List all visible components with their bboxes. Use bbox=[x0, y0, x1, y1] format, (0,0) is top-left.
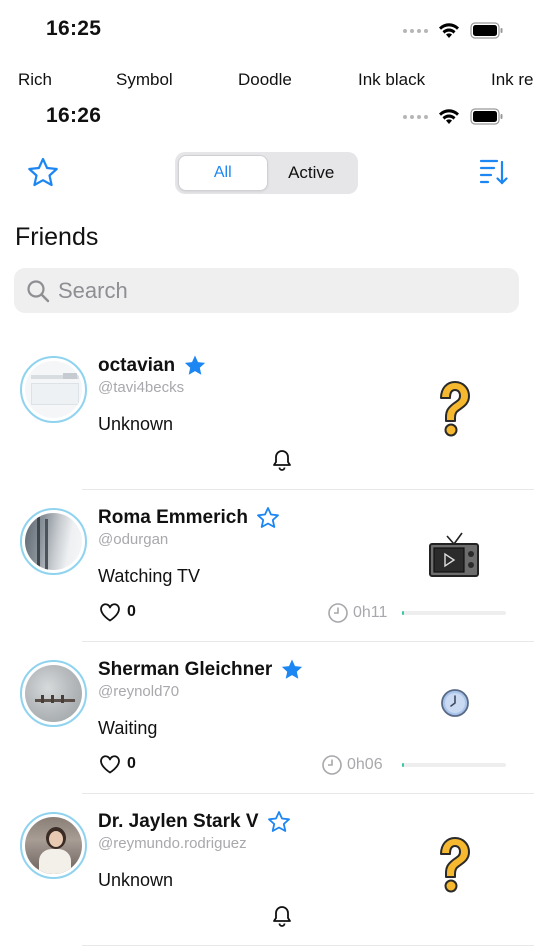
avatar-image bbox=[25, 665, 82, 722]
status-icons bbox=[403, 108, 504, 125]
name-line: Roma Emmerich bbox=[98, 506, 280, 530]
progress-fill bbox=[402, 611, 405, 615]
name-line: Sherman Gleichner bbox=[98, 658, 304, 682]
likes-count: 0 bbox=[127, 603, 136, 620]
bell-icon[interactable] bbox=[270, 904, 294, 928]
status-icons bbox=[403, 22, 504, 39]
question-mark-icon bbox=[440, 837, 470, 893]
search-bar bbox=[14, 268, 519, 313]
friend-row[interactable]: Sherman Gleichner @reynold70 Waiting 0 0… bbox=[0, 642, 534, 794]
activity-label: Unknown bbox=[98, 414, 174, 434]
battery-icon bbox=[470, 22, 503, 39]
friend-row[interactable]: octavian @tavi4becks Unknown bbox=[0, 338, 534, 490]
clock-outline-icon bbox=[322, 755, 342, 775]
avatar-image bbox=[25, 513, 82, 570]
likes[interactable]: 0 bbox=[99, 754, 136, 774]
signal-icon bbox=[403, 114, 428, 119]
heart-icon[interactable] bbox=[99, 602, 121, 622]
timer-value: 0h11 bbox=[353, 604, 388, 621]
likes-count: 0 bbox=[127, 755, 136, 772]
search-icon bbox=[27, 279, 50, 302]
friend-handle: @tavi4becks bbox=[98, 379, 185, 396]
font-strip: Rich Symbol Doodle Ink black Ink re bbox=[0, 70, 534, 94]
font-label-ink-black[interactable]: Ink black bbox=[358, 70, 425, 90]
friend-row[interactable]: Dr. Jaylen Stark V @reymundo.rodriguez U… bbox=[0, 794, 534, 946]
font-label-doodle[interactable]: Doodle bbox=[238, 70, 292, 90]
signal-icon bbox=[403, 28, 428, 33]
font-label-rich[interactable]: Rich bbox=[18, 70, 52, 90]
star-outline-icon[interactable] bbox=[256, 506, 280, 530]
font-label-symbol[interactable]: Symbol bbox=[116, 70, 173, 90]
star-filled-icon[interactable] bbox=[280, 658, 304, 682]
nav-bar: All Active bbox=[0, 148, 534, 198]
star-filled-icon[interactable] bbox=[183, 354, 207, 378]
bell-icon[interactable] bbox=[270, 448, 294, 472]
activity-label: Waiting bbox=[98, 718, 158, 738]
search-input[interactable] bbox=[58, 277, 458, 304]
page-title: Friends bbox=[15, 223, 99, 251]
name-line: Dr. Jaylen Stark V bbox=[98, 810, 291, 834]
status-time: 16:26 bbox=[46, 104, 102, 127]
friend-handle: @reynold70 bbox=[98, 683, 180, 700]
avatar bbox=[20, 812, 87, 879]
name-line: octavian bbox=[98, 354, 207, 378]
segment-active[interactable]: Active bbox=[268, 155, 356, 191]
row-divider bbox=[82, 945, 534, 946]
friend-name: Roma Emmerich bbox=[98, 507, 248, 528]
friend-row[interactable]: Roma Emmerich @odurgan Watching TV 0 0h1… bbox=[0, 490, 534, 642]
timer: 0h06 bbox=[321, 754, 383, 776]
friend-name: Dr. Jaylen Stark V bbox=[98, 811, 259, 832]
activity-label: Watching TV bbox=[98, 566, 201, 586]
star-outline-icon[interactable] bbox=[26, 156, 60, 190]
wifi-icon bbox=[439, 23, 459, 38]
friend-handle: @reymundo.rodriguez bbox=[98, 835, 247, 852]
avatar-image bbox=[25, 361, 82, 418]
star-outline-icon[interactable] bbox=[267, 810, 291, 834]
likes[interactable]: 0 bbox=[99, 602, 136, 622]
avatar-image bbox=[25, 817, 82, 874]
clock-outline-icon bbox=[328, 603, 348, 623]
heart-icon[interactable] bbox=[99, 754, 121, 774]
avatar bbox=[20, 356, 87, 423]
sort-list-icon[interactable] bbox=[478, 156, 508, 188]
progress-bar bbox=[402, 611, 506, 615]
avatar bbox=[20, 660, 87, 727]
friend-name: Sherman Gleichner bbox=[98, 659, 273, 680]
segment-all[interactable]: All bbox=[178, 155, 268, 191]
font-label-ink-red[interactable]: Ink re bbox=[491, 70, 534, 90]
clock-icon bbox=[441, 689, 469, 717]
status-bar: 16:26 bbox=[0, 102, 534, 142]
wifi-icon bbox=[439, 109, 459, 124]
timer: 0h11 bbox=[327, 602, 387, 624]
tv-icon bbox=[429, 532, 479, 577]
friend-name: octavian bbox=[98, 355, 176, 376]
progress-bar bbox=[402, 763, 506, 767]
filter-segmented-control: All Active bbox=[175, 152, 358, 194]
status-bar-top: 16:25 bbox=[0, 14, 534, 54]
question-mark-icon bbox=[440, 381, 470, 437]
progress-fill bbox=[402, 763, 405, 767]
avatar bbox=[20, 508, 87, 575]
activity-label: Unknown bbox=[98, 870, 174, 890]
friend-handle: @odurgan bbox=[98, 531, 169, 548]
battery-icon bbox=[470, 108, 503, 125]
timer-value: 0h06 bbox=[347, 756, 383, 773]
status-time: 16:25 bbox=[46, 17, 102, 40]
